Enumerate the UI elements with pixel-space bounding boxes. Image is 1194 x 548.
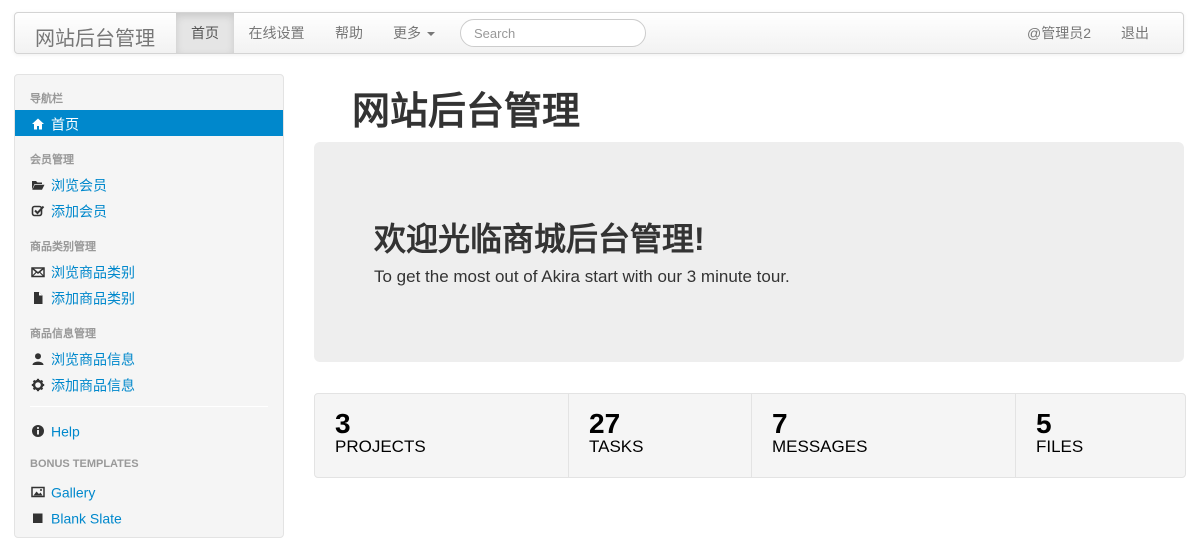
sidebar-item-gallery[interactable]: Gallery — [15, 478, 283, 504]
stat-label: Files — [1036, 437, 1084, 456]
page-title: 网站后台管理 — [352, 91, 581, 133]
hero-text: To get the most out of Akira start with … — [374, 267, 790, 286]
sidebar-item-label: Blank Slate — [51, 510, 122, 527]
file-icon — [34, 292, 43, 305]
envelope-icon — [31, 267, 45, 278]
stats-bar: 3 Projects 27 Tasks 7 Messages 5 Files — [314, 393, 1186, 478]
sidebar-item-label: 添加会员 — [51, 203, 107, 220]
user-icon — [32, 353, 44, 366]
nav-more-dropdown[interactable]: 更多 — [379, 13, 449, 53]
nav-header-categories: 商品类别管理 — [30, 241, 96, 253]
stat-value: 5 — [1036, 408, 1052, 439]
sidebar-item-browse-members[interactable]: 浏览会员 — [15, 171, 283, 197]
nav-more-label: 更多 — [393, 25, 421, 41]
stop-icon — [33, 513, 43, 524]
hero-title: 欢迎光临商城后台管理! — [374, 221, 705, 257]
sidebar-item-label: 浏览商品类别 — [51, 264, 135, 281]
sidebar-item-label: 首页 — [51, 116, 79, 133]
sidebar-item-browse-categories[interactable]: 浏览商品类别 — [15, 258, 283, 284]
stat-label: Tasks — [589, 437, 644, 456]
sidebar-item-add-product[interactable]: 添加商品信息 — [15, 371, 283, 397]
sidebar-item-blank-slate[interactable]: Blank Slate — [15, 504, 283, 530]
sidebar-item-home[interactable]: 首页 — [15, 110, 283, 136]
sidebar-item-browse-products[interactable]: 浏览商品信息 — [15, 345, 283, 371]
nav-home[interactable]: 首页 — [176, 13, 234, 53]
top-navbar: 网站后台管理 首页 在线设置 帮助 更多 @管理员2 退出 — [14, 12, 1184, 54]
user-menu[interactable]: @管理员2 — [1013, 13, 1105, 53]
stat-tasks[interactable]: 27 Tasks — [569, 394, 752, 477]
sidebar-item-label: 浏览商品信息 — [51, 351, 135, 368]
brand-title[interactable]: 网站后台管理 — [35, 22, 155, 51]
sidebar-item-add-category[interactable]: 添加商品类别 — [15, 284, 283, 310]
search-input[interactable] — [460, 19, 646, 47]
stat-files[interactable]: 5 Files — [1016, 394, 1185, 477]
nav-header-navigation: 导航栏 — [30, 93, 63, 105]
sidebar-item-label: 浏览会员 — [51, 177, 107, 194]
stat-messages[interactable]: 7 Messages — [752, 394, 1016, 477]
sidebar-item-add-member[interactable]: 添加会员 — [15, 197, 283, 223]
logout-link[interactable]: 退出 — [1105, 13, 1165, 53]
sidebar-item-label: Help — [51, 423, 80, 440]
stat-value: 7 — [772, 408, 788, 439]
sidebar-item-label: 添加商品类别 — [51, 290, 135, 307]
stat-projects[interactable]: 3 Projects — [315, 394, 569, 477]
sidebar-item-label: Gallery — [51, 484, 96, 501]
gear-icon — [31, 379, 45, 392]
nav-header-products: 商品信息管理 — [30, 328, 96, 340]
picture-icon — [31, 487, 45, 498]
stat-label: Messages — [772, 437, 868, 456]
nav-help[interactable]: 帮助 — [319, 13, 379, 53]
sidebar: 导航栏 首页 会员管理 浏览会员 添加会员 商品类别管理 浏览商品类别 添加商品… — [14, 74, 284, 538]
stat-value: 27 — [589, 408, 621, 439]
nav-online-settings[interactable]: 在线设置 — [234, 13, 319, 53]
check-icon — [31, 205, 45, 217]
info-icon — [32, 425, 44, 438]
nav-header-bonus-templates: BONUS TEMPLATES — [30, 458, 139, 470]
stat-label: Projects — [335, 437, 426, 456]
sidebar-divider — [30, 406, 268, 407]
home-icon — [32, 118, 44, 130]
hero-unit: 欢迎光临商城后台管理! To get the most out of Akira… — [314, 142, 1184, 362]
nav-header-members: 会员管理 — [30, 154, 74, 166]
sidebar-item-help[interactable]: Help — [15, 417, 283, 443]
stat-value: 3 — [335, 408, 351, 439]
folder-open-icon — [32, 181, 45, 191]
caret-down-icon — [427, 32, 435, 37]
sidebar-item-label: 添加商品信息 — [51, 377, 135, 394]
